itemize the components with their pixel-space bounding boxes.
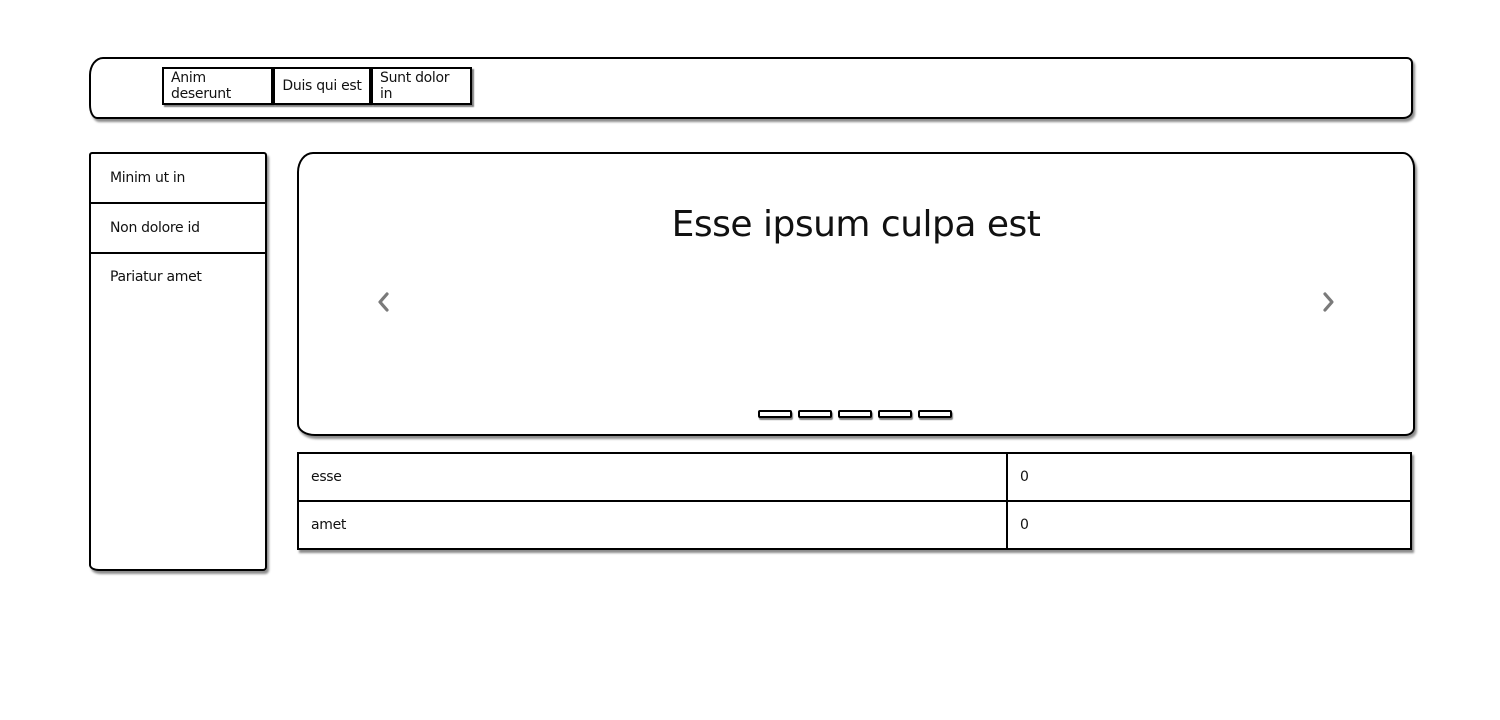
- sidebar-item-minim-ut-in[interactable]: Minim ut in: [91, 154, 265, 204]
- table-row: esse 0: [297, 452, 1412, 502]
- top-navbar: Anim deserunt Duis qui est Sunt dolor in: [89, 57, 1413, 119]
- sidebar-item-pariatur-amet[interactable]: Pariatur amet: [91, 254, 265, 285]
- nav-tab-label: Sunt dolor in: [380, 70, 450, 102]
- carousel-slide-title: Esse ipsum culpa est: [671, 204, 1041, 245]
- nav-tab-duis-qui-est[interactable]: Duis qui est: [273, 67, 371, 105]
- chevron-right-icon: [1323, 292, 1334, 312]
- chevron-left-icon: [378, 292, 389, 312]
- sidebar-item-non-dolore-id[interactable]: Non dolore id: [91, 204, 265, 254]
- carousel-next-button[interactable]: [1317, 290, 1341, 314]
- table-row: amet 0: [297, 500, 1412, 550]
- carousel-indicator-5[interactable]: [918, 410, 952, 418]
- nav-tab-sunt-dolor-in[interactable]: Sunt dolor in: [371, 67, 472, 105]
- carousel-indicator-1[interactable]: [758, 410, 792, 418]
- table-cell-key: esse: [297, 452, 1008, 502]
- carousel-indicators: [758, 410, 958, 418]
- nav-tab-anim-deserunt[interactable]: Anim deserunt: [162, 67, 273, 105]
- nav-tab-label: Anim deserunt: [171, 70, 231, 102]
- carousel-prev-button[interactable]: [371, 290, 395, 314]
- sidebar-item-label: Non dolore id: [110, 220, 200, 236]
- carousel-indicator-4[interactable]: [878, 410, 912, 418]
- nav-tabs: Anim deserunt Duis qui est Sunt dolor in: [162, 67, 472, 105]
- sidebar-item-label: Minim ut in: [110, 170, 186, 186]
- carousel-indicator-3[interactable]: [838, 410, 872, 418]
- nav-tab-label: Duis qui est: [282, 78, 362, 94]
- table-cell-key: amet: [297, 500, 1008, 550]
- table-cell-value: 0: [1006, 452, 1412, 502]
- sidebar-item-label: Pariatur amet: [110, 269, 202, 285]
- carousel-indicator-2[interactable]: [798, 410, 832, 418]
- table-cell-value: 0: [1006, 500, 1412, 550]
- sidebar: Minim ut in Non dolore id Pariatur amet: [89, 152, 267, 571]
- data-table: esse 0 amet 0: [297, 452, 1412, 550]
- carousel: Esse ipsum culpa est: [297, 152, 1415, 436]
